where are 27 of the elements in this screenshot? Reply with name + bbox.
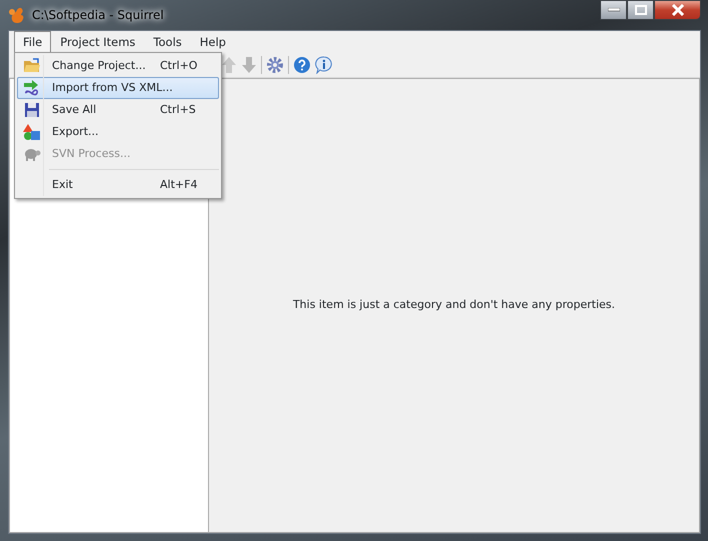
folder-icon: [23, 58, 41, 74]
menu-entry[interactable]: Exit Alt+F4: [17, 174, 219, 196]
info-icon[interactable]: [315, 56, 333, 74]
up-arrow-icon[interactable]: [221, 56, 237, 74]
squirrel-icon: [8, 6, 26, 24]
menu-item[interactable]: Project Items: [51, 31, 144, 53]
shapes-icon: [23, 124, 41, 140]
menu-entry[interactable]: Save All Ctrl+S: [17, 99, 219, 121]
settings-icon[interactable]: [266, 56, 284, 74]
minimize-icon: [608, 8, 620, 12]
menu-entry[interactable]: Export...: [17, 121, 219, 143]
menu-entry[interactable]: Change Project... Ctrl+O: [17, 55, 219, 77]
save-icon: [24, 102, 40, 118]
window-title: C:\Softpedia - Squirrel: [32, 7, 164, 24]
menu-entry[interactable]: Import from VS XML...: [17, 77, 219, 99]
maximize-button[interactable]: [627, 0, 654, 20]
turtle-icon: [23, 147, 41, 161]
close-icon: [670, 4, 684, 16]
close-button[interactable]: [654, 0, 701, 20]
menu-item[interactable]: Tools: [144, 31, 191, 53]
maximize-icon: [634, 5, 646, 15]
help-icon[interactable]: [293, 56, 311, 74]
minimize-button[interactable]: [600, 0, 627, 20]
properties-message: This item is just a category and don't have any properties.: [292, 297, 616, 314]
menu-item[interactable]: Help: [190, 31, 235, 53]
import-icon: [23, 80, 41, 96]
menu-item[interactable]: File: [14, 31, 52, 53]
